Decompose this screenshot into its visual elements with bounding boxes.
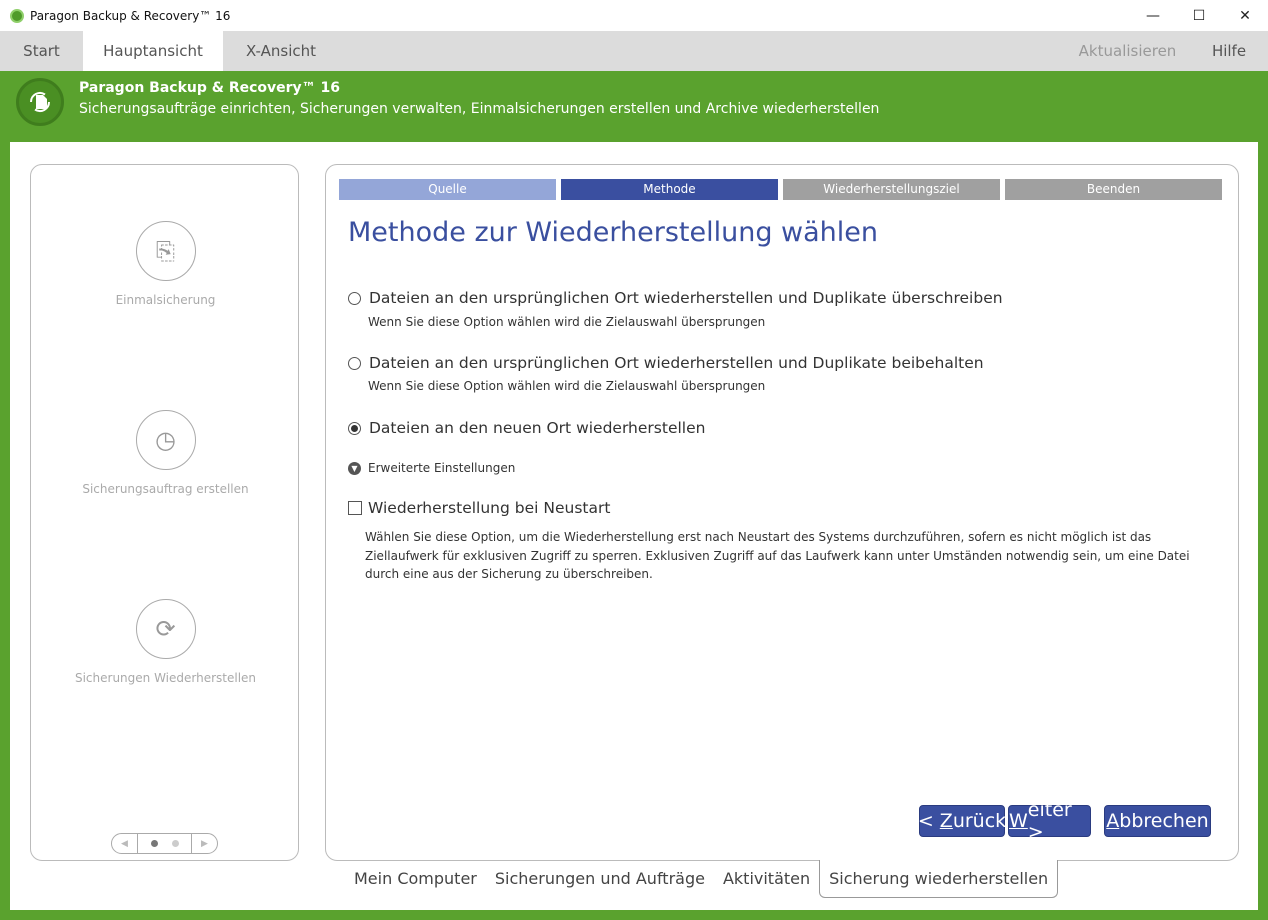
header-title: Paragon Backup & Recovery™ 16 xyxy=(79,80,341,96)
reboot-checkbox[interactable] xyxy=(348,501,362,515)
advanced-label: Erweiterte Einstellungen xyxy=(368,461,516,475)
option-overwrite[interactable]: Dateien an den ursprünglichen Ort wieder… xyxy=(348,289,1003,307)
btn-text: < xyxy=(917,810,934,832)
sidebar-panel: ⎘ Einmalsicherung ◷ Sicherungsauftrag er… xyxy=(30,164,299,861)
tab-aktivitaeten[interactable]: Aktivitäten xyxy=(714,860,819,898)
sidebar-item-label: Sicherungsauftrag erstellen xyxy=(82,482,249,496)
tab-hauptansicht[interactable]: Hauptansicht xyxy=(83,31,223,71)
step-methode: Methode xyxy=(561,179,778,200)
tab-start[interactable]: Start xyxy=(0,31,83,71)
page-dot-active[interactable] xyxy=(150,840,158,847)
sidebar-item-label: Sicherungen Wiederherstellen xyxy=(74,671,257,685)
sidebar-item-sicherungsauftrag[interactable]: ◷ Sicherungsauftrag erstellen xyxy=(31,410,300,496)
page-dot[interactable] xyxy=(171,840,179,847)
wizard-steps: Quelle Methode Wiederherstellungsziel Be… xyxy=(339,179,1222,200)
btn-text: bbrechen xyxy=(1119,810,1209,832)
documents-icon: ⎘ xyxy=(135,221,196,281)
option-label: Dateien an den neuen Ort wiederherstelle… xyxy=(369,419,706,437)
btn-key: A xyxy=(1106,810,1120,832)
maximize-button[interactable]: ☐ xyxy=(1176,0,1222,31)
restore-document-icon: ⟳ xyxy=(135,599,196,659)
app-icon xyxy=(10,8,24,23)
tab-sicherungen-auftraege[interactable]: Sicherungen und Aufträge xyxy=(486,860,714,898)
main-tabbar: Start Hauptansicht X-Ansicht Aktualisier… xyxy=(0,31,1268,71)
bottom-tabs: Mein Computer Sicherungen und Aufträge A… xyxy=(345,860,1059,898)
tab-sicherung-wiederherstellen[interactable]: Sicherung wiederherstellen xyxy=(819,860,1059,898)
sidebar-item-wiederherstellen[interactable]: ⟳ Sicherungen Wiederherstellen xyxy=(31,599,300,685)
radio-button[interactable] xyxy=(348,291,361,305)
restore-logo-icon xyxy=(16,78,64,126)
close-button[interactable]: ✕ xyxy=(1222,0,1268,31)
window-title: Paragon Backup & Recovery™ 16 xyxy=(30,8,231,23)
sidebar-item-label: Einmalsicherung xyxy=(115,293,216,307)
step-ziel: Wiederherstellungsziel xyxy=(783,179,1000,200)
reboot-description: Wählen Sie diese Option, um die Wiederhe… xyxy=(365,530,1190,581)
option-label: Dateien an den ursprünglichen Ort wieder… xyxy=(369,289,1003,307)
btn-text: urück xyxy=(952,810,1007,832)
pager-next-icon[interactable]: ▶ xyxy=(191,834,217,853)
minimize-button[interactable]: — xyxy=(1130,0,1176,31)
reboot-checkbox-row[interactable]: Wiederherstellung bei Neustart xyxy=(348,499,610,517)
title-bar: Paragon Backup & Recovery™ 16 — ☐ ✕ xyxy=(0,0,1268,31)
radio-button-selected[interactable] xyxy=(348,421,361,435)
checkbox-label: Wiederherstellung bei Neustart xyxy=(368,499,611,517)
step-quelle: Quelle xyxy=(339,179,556,200)
btn-key: W xyxy=(1009,810,1028,832)
option-hint: Wenn Sie diese Option wählen wird die Zi… xyxy=(368,379,766,393)
sidebar-pager: ◀ ▶ xyxy=(111,833,218,854)
header-subtitle: Sicherungsaufträge einrichten, Sicherung… xyxy=(79,101,880,117)
btn-text: eiter > xyxy=(1027,799,1072,843)
scheduled-documents-icon: ◷ xyxy=(135,410,196,470)
wizard-title: Methode zur Wiederherstellung wählen xyxy=(348,217,879,248)
wizard-panel: Quelle Methode Wiederherstellungsziel Be… xyxy=(325,164,1239,861)
sidebar-item-einmalsicherung[interactable]: ⎘ Einmalsicherung xyxy=(31,221,300,307)
help-button[interactable]: Hilfe xyxy=(1200,31,1258,71)
pager-prev-icon[interactable]: ◀ xyxy=(112,834,138,853)
next-button[interactable]: Weiter > xyxy=(1008,799,1091,843)
back-button[interactable]: < Zurück xyxy=(917,805,1007,837)
radio-button[interactable] xyxy=(348,356,361,370)
tab-x-ansicht[interactable]: X-Ansicht xyxy=(223,31,339,71)
update-button[interactable]: Aktualisieren xyxy=(1070,31,1185,71)
tab-mein-computer[interactable]: Mein Computer xyxy=(345,860,486,898)
step-beenden: Beenden xyxy=(1005,179,1222,200)
btn-key: Z xyxy=(939,810,953,832)
option-new-location[interactable]: Dateien an den neuen Ort wiederherstelle… xyxy=(348,419,705,437)
option-hint: Wenn Sie diese Option wählen wird die Zi… xyxy=(368,315,766,329)
advanced-settings-toggle[interactable]: ▼ Erweiterte Einstellungen xyxy=(348,461,515,475)
cancel-button[interactable]: Abbrechen xyxy=(1104,805,1211,837)
chevron-down-icon: ▼ xyxy=(348,461,361,475)
option-keep[interactable]: Dateien an den ursprünglichen Ort wieder… xyxy=(348,354,984,372)
option-label: Dateien an den ursprünglichen Ort wieder… xyxy=(369,354,984,372)
